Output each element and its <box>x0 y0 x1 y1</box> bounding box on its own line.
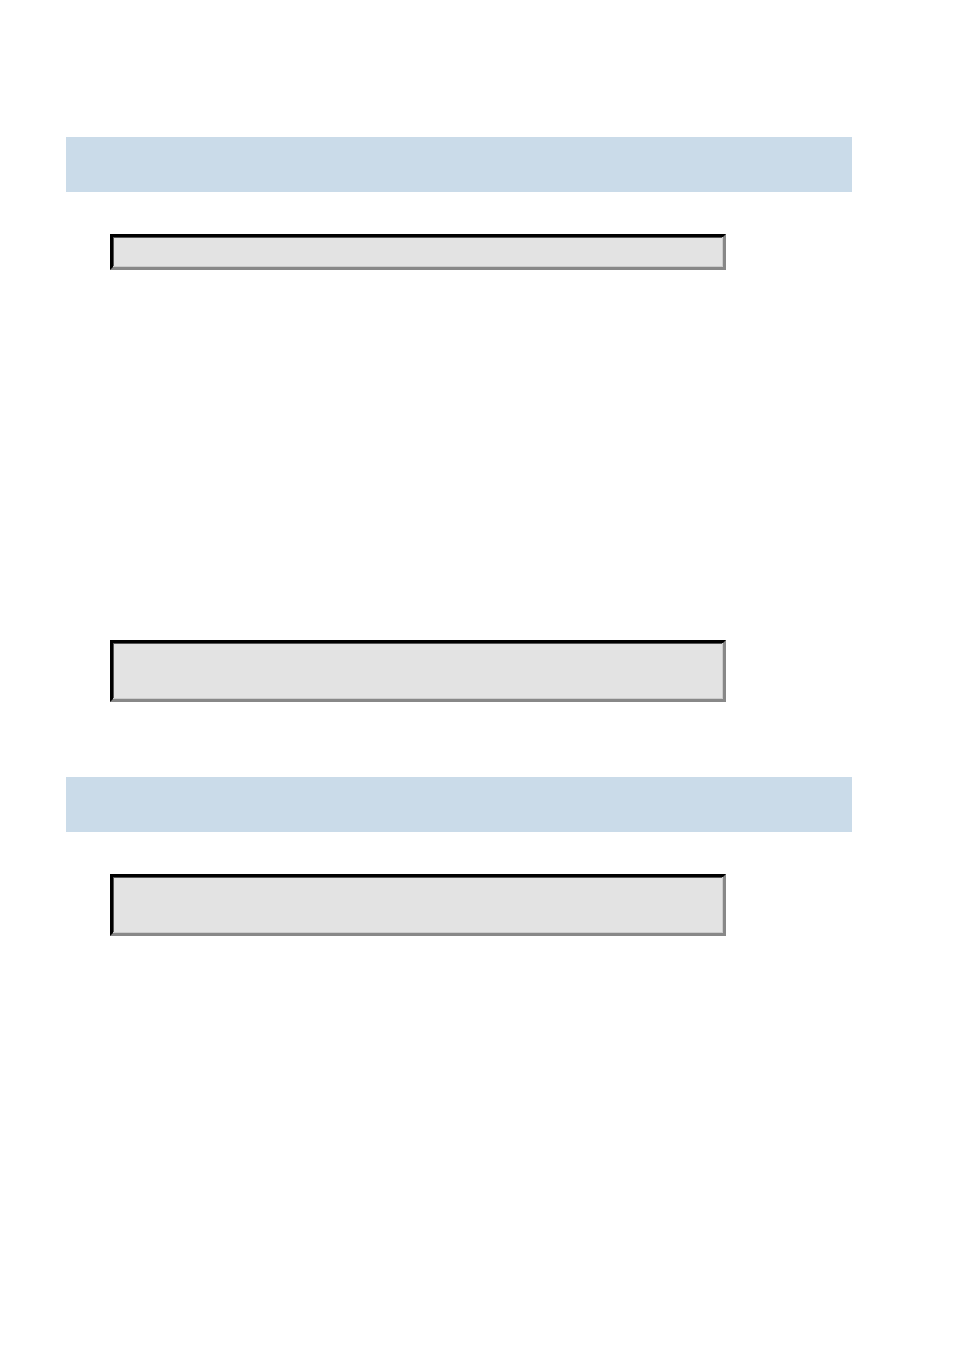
heading-bar-2 <box>66 777 852 832</box>
heading-bar-1 <box>66 137 852 192</box>
inset-box-3 <box>110 874 726 936</box>
inset-box-1 <box>110 234 726 270</box>
inset-box-2 <box>110 640 726 702</box>
